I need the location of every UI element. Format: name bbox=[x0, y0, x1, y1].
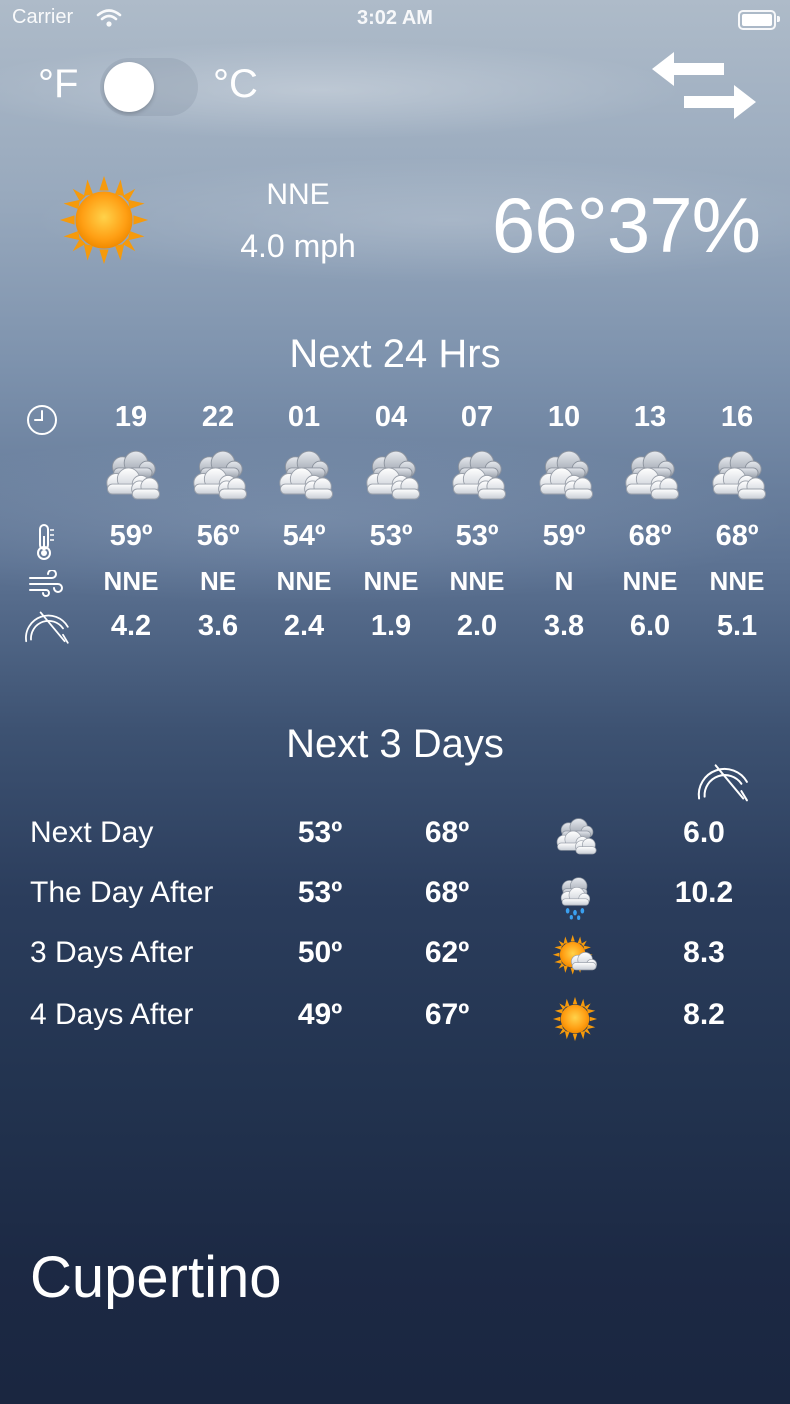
hour-label: 22 bbox=[201, 401, 235, 433]
current-humidity: 37% bbox=[606, 181, 761, 269]
hour-wind-speed: 6.0 bbox=[629, 610, 671, 642]
current-temp-humidity: 66°37% bbox=[460, 180, 761, 271]
day-high-temp: 62º bbox=[424, 936, 470, 969]
celsius-label: °C bbox=[213, 62, 258, 106]
hour-temperature: 53º bbox=[455, 520, 499, 552]
hour-temperature: 59º bbox=[542, 520, 586, 552]
city-name: Cupertino bbox=[30, 1245, 282, 1310]
day-low-temp: 50º bbox=[297, 936, 343, 969]
clock-icon bbox=[27, 405, 57, 435]
hour-wind-direction: NNE bbox=[103, 566, 159, 596]
hour-label: 07 bbox=[460, 401, 494, 433]
current-temperature: 66° bbox=[491, 181, 608, 269]
hour-wind-direction: NE bbox=[199, 566, 237, 596]
hour-temperature: 68º bbox=[715, 520, 759, 552]
hour-label: 13 bbox=[633, 401, 667, 433]
hour-temperature: 53º bbox=[369, 520, 413, 552]
hour-temperature: 56º bbox=[196, 520, 240, 552]
daily-title: Next 3 Days bbox=[286, 722, 504, 766]
cloudy-icon bbox=[446, 448, 508, 504]
cloudy-icon bbox=[273, 448, 335, 504]
hour-temperature: 68º bbox=[628, 520, 672, 552]
cloudy-icon bbox=[360, 448, 422, 504]
day-low-temp: 53º bbox=[297, 816, 343, 849]
day-high-temp: 67º bbox=[424, 998, 470, 1031]
partly-sunny-icon bbox=[552, 934, 598, 980]
current-wind-direction: NNE bbox=[266, 178, 330, 211]
hour-wind-direction: NNE bbox=[709, 566, 765, 596]
toggle-knob bbox=[104, 62, 154, 112]
hour-wind-speed: 5.1 bbox=[716, 610, 758, 642]
hour-label: 01 bbox=[287, 401, 321, 433]
hour-wind-direction: NNE bbox=[449, 566, 505, 596]
hour-wind-direction: NNE bbox=[363, 566, 419, 596]
cloudy-icon bbox=[100, 448, 162, 504]
day-name: 3 Days After bbox=[30, 936, 194, 969]
gauge-icon bbox=[22, 606, 72, 646]
thermometer-icon bbox=[37, 524, 54, 560]
hour-wind-direction: NNE bbox=[622, 566, 678, 596]
hour-wind-speed: 2.4 bbox=[283, 610, 325, 642]
sun-icon bbox=[552, 996, 598, 1042]
day-name: Next Day bbox=[30, 816, 154, 849]
hour-label: 16 bbox=[720, 401, 754, 433]
hour-label: 19 bbox=[114, 401, 148, 433]
hour-wind-speed: 4.2 bbox=[110, 610, 152, 642]
cloudy-icon bbox=[552, 814, 598, 860]
day-wind-speed: 8.3 bbox=[683, 936, 725, 969]
hour-wind-speed: 3.6 bbox=[197, 610, 239, 642]
daily-row: 3 Days After 50º 62º 8.3 bbox=[0, 936, 790, 986]
rain-icon bbox=[552, 874, 598, 920]
cloudy-icon bbox=[706, 448, 768, 504]
day-name: The Day After bbox=[30, 876, 214, 909]
cloudy-icon bbox=[187, 448, 249, 504]
battery-icon bbox=[738, 10, 780, 30]
wind-icon bbox=[29, 570, 63, 597]
hour-wind-speed: 2.0 bbox=[456, 610, 498, 642]
hour-wind-speed: 1.9 bbox=[370, 610, 412, 642]
hour-label: 04 bbox=[374, 401, 408, 433]
day-high-temp: 68º bbox=[424, 816, 470, 849]
day-wind-speed: 10.2 bbox=[674, 876, 734, 909]
cloudy-icon bbox=[619, 448, 681, 504]
fahrenheit-label: °F bbox=[38, 62, 79, 106]
day-high-temp: 68º bbox=[424, 876, 470, 909]
hour-temperature: 54º bbox=[282, 520, 326, 552]
hour-wind-speed: 3.8 bbox=[543, 610, 585, 642]
hour-label: 10 bbox=[547, 401, 581, 433]
unit-toggle-switch[interactable] bbox=[100, 58, 198, 116]
day-name: 4 Days After bbox=[30, 998, 194, 1031]
hour-temperature: 59º bbox=[109, 520, 153, 552]
swap-arrows-icon[interactable] bbox=[652, 52, 756, 122]
wind-speed-gauge-icon bbox=[694, 758, 752, 804]
cloudy-icon bbox=[533, 448, 595, 504]
daily-row: 4 Days After 49º 67º 8.2 bbox=[0, 998, 790, 1048]
hour-wind-direction: N bbox=[554, 566, 574, 596]
clock-time: 3:02 AM bbox=[357, 7, 433, 29]
current-sun-icon bbox=[58, 174, 150, 266]
current-wind-speed: 4.0 mph bbox=[240, 228, 356, 264]
daily-row: The Day After 53º 68º 10.2 bbox=[0, 876, 790, 926]
hourly-title: Next 24 Hrs bbox=[289, 332, 501, 376]
day-wind-speed: 8.2 bbox=[683, 998, 725, 1031]
day-low-temp: 53º bbox=[297, 876, 343, 909]
daily-row: Next Day 53º 68º 6.0 bbox=[0, 816, 790, 866]
hour-wind-direction: NNE bbox=[276, 566, 332, 596]
day-low-temp: 49º bbox=[297, 998, 343, 1031]
day-wind-speed: 6.0 bbox=[683, 816, 725, 849]
